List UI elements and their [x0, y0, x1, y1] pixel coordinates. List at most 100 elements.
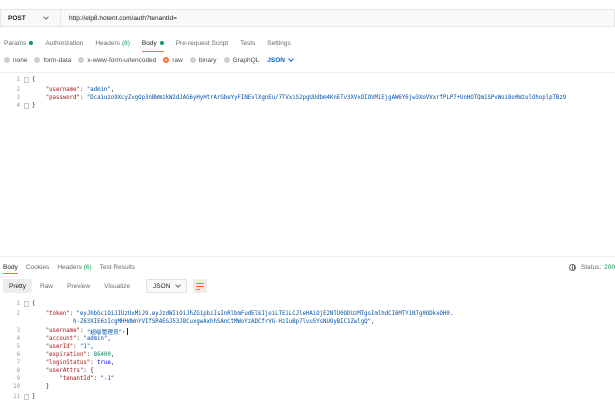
body-format-select[interactable]: JSON: [267, 56, 294, 64]
json-key: "expiration": [45, 352, 87, 358]
tab-label: Params: [4, 39, 27, 47]
line-number: 8: [16, 368, 20, 374]
response-tabs: Body Cookies Headers (6) Test Results: [0, 261, 139, 274]
radio-selected-icon: [163, 57, 170, 63]
fold-icon[interactable]: [24, 394, 29, 400]
code-line: 1 {: [0, 300, 35, 308]
response-status: Status: 200: [568, 261, 615, 273]
code-line: 6 "expiration": 86400,: [0, 351, 115, 359]
line-number: 11: [13, 394, 20, 400]
view-visualize-button[interactable]: Visualize: [98, 279, 136, 293]
json-key: "tenantId": [59, 376, 94, 382]
tab-label: Headers: [95, 39, 120, 47]
radio-icon: [34, 57, 41, 63]
code-line: 9 "tenantId": "-1": [0, 375, 115, 383]
code-line: 1 {: [0, 76, 35, 84]
json-brace: {: [32, 301, 36, 307]
line-number: 3: [16, 95, 20, 101]
tab-body[interactable]: Body: [141, 36, 164, 52]
tab-label: Test Results: [99, 263, 136, 271]
tab-pre-request-script[interactable]: Pre-request Script: [176, 36, 228, 50]
radio-label: none: [13, 56, 28, 64]
tab-settings[interactable]: Settings: [267, 36, 291, 50]
method-select[interactable]: POST: [0, 9, 60, 27]
json-string: "eyJhbGciOiJIUzUxMiJ9.eyJzdWIiOiJhZG1pbi…: [76, 311, 454, 317]
json-brace: }: [32, 394, 36, 400]
tab-tests[interactable]: Tests: [240, 36, 255, 50]
json-brace: }: [45, 384, 50, 390]
json-key: "password": [45, 95, 80, 101]
wrap-lines-icon[interactable]: [193, 279, 208, 293]
json-string: "admin": [86, 87, 111, 93]
code-line: 2 "username": "admin",: [0, 86, 115, 94]
radio-raw[interactable]: raw: [163, 56, 183, 64]
line-number: 2: [16, 311, 20, 317]
radio-none[interactable]: none: [4, 57, 27, 64]
code-line: 7 "loginStatus": true,: [0, 359, 115, 367]
fold-icon[interactable]: [24, 103, 29, 109]
tab-label: Headers: [57, 263, 82, 271]
active-indicator-dot: [29, 41, 34, 45]
request-url-bar: POST http://elp8.hotent.com/auth?tenantI…: [0, 9, 615, 27]
pane-divider[interactable]: [0, 256, 615, 257]
line-number: 2: [16, 87, 20, 93]
request-body-editor[interactable]: 1 { 2 "username": "admin", 3 "password":…: [0, 72, 615, 254]
radio-label: GraphQL: [232, 56, 260, 64]
line-number: 6: [16, 352, 20, 358]
status-code[interactable]: 200: [604, 264, 615, 271]
response-format-select[interactable]: JSON: [146, 279, 188, 293]
tab-authorization[interactable]: Authorization: [45, 36, 83, 50]
line-number: 5: [16, 344, 20, 350]
view-preview-button[interactable]: Preview: [61, 279, 96, 293]
body-type-options: none form-data x-www-form-urlencoded raw…: [0, 54, 294, 66]
request-tabs: Params Authorization Headers (8) Body Pr…: [0, 36, 297, 52]
tab-headers[interactable]: Headers (8): [95, 36, 130, 50]
json-key: "userAttrs": [45, 368, 84, 374]
response-tab-headers[interactable]: Headers (6): [57, 264, 91, 271]
tab-count: (8): [121, 39, 130, 47]
view-pretty-button[interactable]: Pretty: [3, 279, 32, 293]
json-string: "1": [79, 344, 91, 350]
code-line: 10 }: [0, 383, 49, 391]
json-key: "token": [45, 311, 70, 317]
json-number: 86400: [93, 352, 111, 358]
chevron-down-icon: [43, 14, 49, 20]
fold-icon[interactable]: [24, 77, 29, 83]
radio-binary[interactable]: binary: [189, 57, 217, 64]
line-number: 4: [16, 336, 20, 342]
response-tab-body[interactable]: Body: [3, 264, 18, 274]
json-string: "-1": [100, 376, 115, 382]
globe-icon[interactable]: [568, 263, 576, 271]
json-key: "userId": [45, 344, 74, 350]
code-line: 8 "userAttrs": {: [0, 367, 94, 375]
radio-graphql[interactable]: GraphQL: [223, 56, 260, 64]
line-number: 7: [16, 360, 20, 366]
url-input[interactable]: http://elp8.hotent.com/auth?tenantId=: [60, 9, 615, 27]
line-number: 9: [16, 376, 20, 382]
json-key: "loginStatus": [45, 360, 91, 366]
response-tab-test-results[interactable]: Test Results: [100, 264, 135, 271]
fold-icon[interactable]: [24, 301, 29, 307]
tab-count: (6): [83, 263, 92, 271]
json-brace: }: [32, 103, 36, 109]
radio-label: raw: [172, 56, 183, 64]
json-key: "username": [45, 328, 80, 334]
code-line: 4 "account": "admin",: [0, 335, 111, 343]
response-body-viewer[interactable]: 1 { 2 "token": "eyJhbGciOiJIUzUxMiJ9.eyJ…: [0, 298, 615, 420]
radio-icon: [4, 57, 10, 63]
code-line: 2 "token": "eyJhbGciOiJIUzUxMiJ9.eyJzdWI…: [0, 310, 454, 318]
active-indicator-dot: [159, 41, 164, 45]
code-line: 11 }: [0, 393, 35, 401]
response-tab-cookies[interactable]: Cookies: [26, 264, 49, 271]
tab-label: Authorization: [45, 39, 84, 47]
response-view-toolbar: Pretty Raw Preview Visualize JSON: [0, 278, 208, 294]
radio-form-data[interactable]: form-data: [34, 57, 71, 64]
view-raw-button[interactable]: Raw: [34, 279, 59, 293]
tab-label: Settings: [267, 39, 291, 47]
tab-label: Cookies: [25, 263, 50, 271]
radio-label: form-data: [43, 56, 72, 64]
radio-icon: [223, 57, 230, 63]
tab-params[interactable]: Params: [4, 36, 34, 50]
radio-x-www-form-urlencoded[interactable]: x-www-form-urlencoded: [78, 57, 156, 64]
json-boolean: true: [97, 360, 111, 366]
